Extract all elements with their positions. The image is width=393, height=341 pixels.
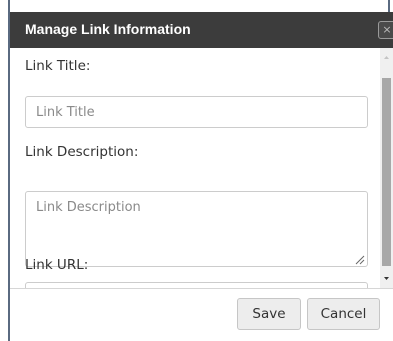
- save-button[interactable]: Save: [237, 298, 301, 330]
- resize-grip-icon[interactable]: [355, 255, 365, 265]
- manage-link-dialog: Manage Link Information × Link Title: Li…: [10, 12, 393, 341]
- cancel-button[interactable]: Cancel: [307, 298, 380, 330]
- scroll-thumb[interactable]: [382, 78, 391, 266]
- content-scrollbar[interactable]: [380, 48, 393, 288]
- dialog-title: Manage Link Information: [25, 21, 191, 37]
- triangle-up-icon[interactable]: [380, 52, 393, 62]
- link-description-textarea[interactable]: [25, 191, 368, 267]
- dialog-content: Link Title: Link Description: Link URL:: [10, 48, 380, 288]
- footer-divider: [10, 288, 393, 289]
- dialog-titlebar[interactable]: Manage Link Information ×: [10, 12, 393, 48]
- link-title-input[interactable]: [25, 96, 368, 128]
- link-title-label: Link Title:: [25, 58, 91, 74]
- close-icon: ×: [382, 23, 392, 36]
- link-description-label: Link Description:: [25, 144, 139, 160]
- link-url-label: Link URL:: [25, 257, 89, 273]
- triangle-down-icon[interactable]: [380, 274, 393, 284]
- close-button[interactable]: ×: [378, 21, 393, 39]
